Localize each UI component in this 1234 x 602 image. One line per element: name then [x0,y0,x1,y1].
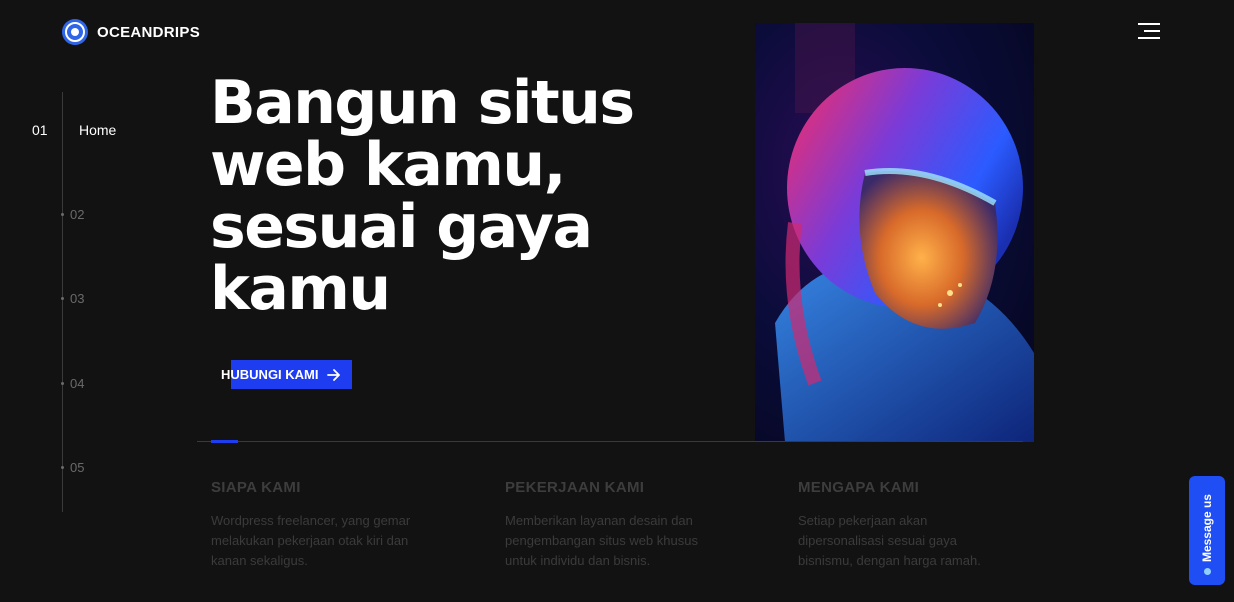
nav-dot [61,213,64,216]
section-divider [197,441,1023,442]
brand-logo[interactable]: OCEANDRIPS [62,19,200,45]
divider-accent [211,440,238,443]
nav-item-number: 01 [32,122,48,138]
chat-dot-icon [1203,568,1211,575]
column-title: SIAPA KAMI [211,479,301,496]
work-column: PEKERJAAN KAMI Memberikan layanan desain… [505,479,745,571]
contact-button[interactable]: HUBUNGI KAMI [221,360,352,389]
column-title: MENGAPA KAMI [798,479,920,496]
column-text: Wordpress freelancer, yang gemar melakuk… [211,513,411,568]
nav-item-number: 04 [70,376,85,391]
logo-icon [62,19,88,45]
hamburger-menu-icon[interactable] [1138,23,1160,40]
why-column: MENGAPA KAMI Setiap pekerjaan akan diper… [798,479,1038,571]
nav-item-02[interactable]: 02 [61,207,84,222]
nav-item-05[interactable]: 05 [61,460,84,475]
nav-dot [61,297,64,300]
hero-headline: Bangun situs web kamu, sesuai gaya kamu [210,68,635,324]
nav-item-03[interactable]: 03 [61,291,84,306]
cta-label: HUBUNGI KAMI [221,367,319,382]
message-us-button[interactable]: Message us [1189,476,1225,585]
arrow-right-icon [326,368,340,381]
about-column: SIAPA KAMI Wordpress freelancer, yang ge… [211,479,451,571]
nav-item-number: 03 [70,291,85,306]
nav-item-number: 02 [70,207,85,222]
nav-item-04[interactable]: 04 [61,376,84,391]
column-title: PEKERJAAN KAMI [505,479,645,496]
nav-item-home[interactable]: 01 Home [32,122,116,138]
message-us-label: Message us [1200,493,1214,562]
astronaut-helmet-photo [775,23,1034,442]
column-text: Memberikan layanan desain dan pengembang… [505,513,698,568]
nav-dot [61,382,64,385]
nav-dot [61,466,64,469]
hero-image [755,23,1034,442]
column-text: Setiap pekerjaan akan dipersonalisasi se… [798,513,981,568]
nav-item-number: 05 [70,460,85,475]
nav-item-label: Home [79,122,117,138]
brand-name: OCEANDRIPS [97,23,201,41]
